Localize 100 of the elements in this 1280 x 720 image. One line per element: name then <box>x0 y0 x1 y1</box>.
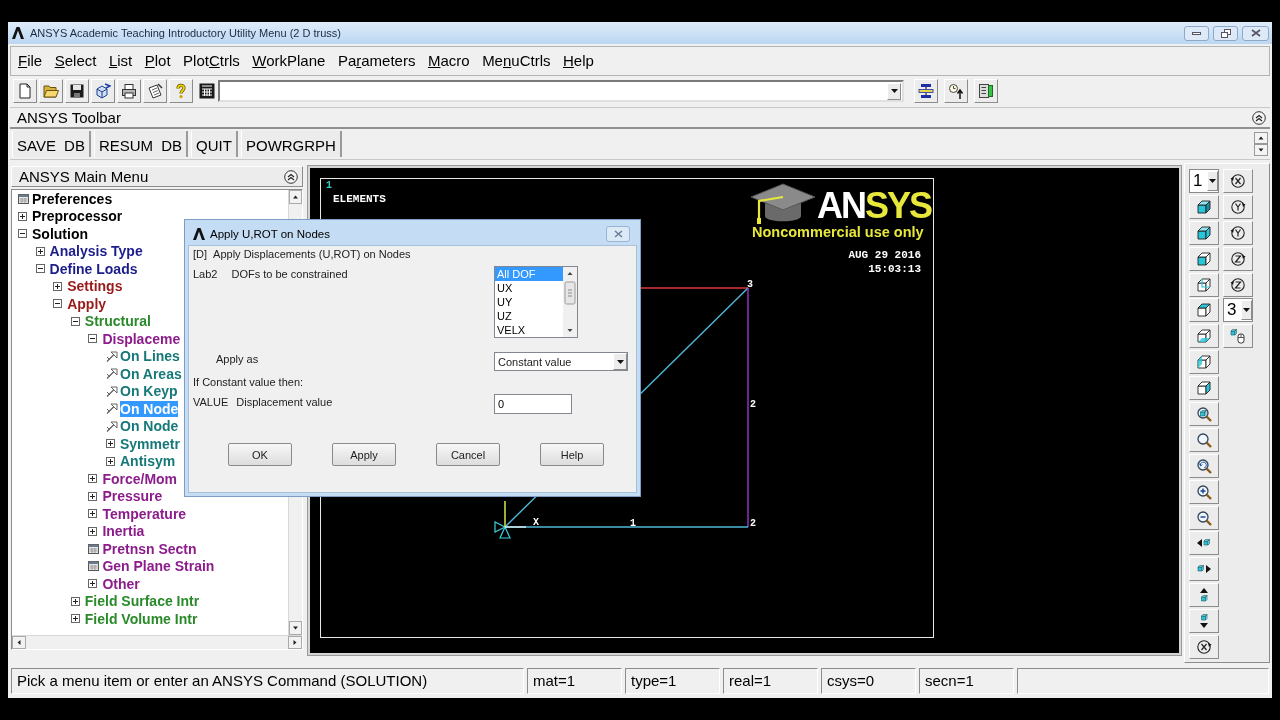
plus-box-icon[interactable] <box>106 456 115 466</box>
dropdown-button[interactable] <box>887 82 901 100</box>
plus-box-icon[interactable] <box>88 526 98 536</box>
list-option[interactable]: VELX <box>495 323 563 337</box>
menu-item[interactable]: WorkPlane <box>246 51 332 71</box>
list-option[interactable]: UY <box>495 295 563 309</box>
toolbar-command-button[interactable]: RESUM DB <box>93 131 189 157</box>
plus-box-icon[interactable] <box>35 246 45 256</box>
menu-item[interactable]: File <box>12 51 49 71</box>
toolbar-button[interactable] <box>1189 609 1219 634</box>
menu-tree-item[interactable]: Analysis Type <box>49 243 143 260</box>
toolbar-button[interactable] <box>1189 583 1219 608</box>
scroll-up-icon[interactable] <box>289 190 302 204</box>
toolbar-button[interactable] <box>117 79 141 103</box>
menu-tree-item[interactable]: On Areas <box>120 365 182 382</box>
list-option[interactable]: UZ <box>495 309 563 323</box>
toolbar-button[interactable] <box>91 79 115 103</box>
toolbar-command-button[interactable]: SAVE DB <box>12 131 91 157</box>
view-select[interactable]: 3 <box>1223 298 1253 323</box>
spinner[interactable] <box>1254 132 1268 156</box>
scrollbar[interactable] <box>12 635 302 649</box>
value-input[interactable]: 0 <box>494 394 572 414</box>
menu-item[interactable]: PlotCtrls <box>177 51 246 71</box>
minus-box-icon[interactable] <box>53 299 63 309</box>
plus-box-icon[interactable] <box>18 211 27 221</box>
menu-tree-item[interactable]: Antisym <box>120 453 176 470</box>
menu-tree-item[interactable]: Other <box>102 575 140 592</box>
dialog-button[interactable]: OK <box>228 443 292 466</box>
toolbar-button[interactable] <box>1189 194 1219 219</box>
scroll-down-icon[interactable] <box>289 621 302 635</box>
toolbar-button[interactable] <box>1189 531 1219 556</box>
plus-box-icon[interactable] <box>70 614 80 624</box>
spin-up-icon[interactable] <box>1254 132 1268 144</box>
dialog-button[interactable]: Apply <box>332 443 396 466</box>
toolbar-button[interactable] <box>944 79 968 103</box>
plus-box-icon[interactable] <box>106 439 115 449</box>
scroll-left-icon[interactable] <box>12 636 26 649</box>
toolbar-button[interactable] <box>1189 557 1219 582</box>
minus-box-icon[interactable] <box>18 229 27 239</box>
toolbar-button[interactable] <box>1223 272 1253 297</box>
menu-tree-item[interactable]: Pressure <box>102 488 163 505</box>
toolbar-button[interactable] <box>1189 453 1219 478</box>
toolbar-button[interactable] <box>1189 402 1219 426</box>
spin-down-icon[interactable] <box>1254 144 1268 156</box>
toolbar-command-button[interactable]: POWRGRPH <box>240 131 342 157</box>
menu-tree-item[interactable]: Structural <box>84 313 151 330</box>
toolbar-button[interactable] <box>1223 220 1253 245</box>
toolbar-button[interactable] <box>1189 505 1219 530</box>
toolbar-button[interactable] <box>65 79 89 103</box>
toolbar-button[interactable] <box>1189 479 1219 504</box>
toolbar-button[interactable] <box>1189 427 1219 452</box>
menu-item[interactable]: Macro <box>421 51 476 71</box>
minus-box-icon[interactable] <box>35 264 45 274</box>
view-select[interactable]: 1 <box>1189 169 1219 193</box>
menu-tree-item[interactable]: Solution <box>32 225 88 242</box>
plus-box-icon[interactable] <box>53 281 63 291</box>
menu-tree-item[interactable]: Define Loads <box>49 260 138 277</box>
dof-list[interactable]: All DOF UX UY UZ VELX <box>494 266 578 338</box>
toolbar-button[interactable] <box>914 79 938 103</box>
menu-tree-item[interactable]: Preferences <box>32 190 113 207</box>
menu-tree-item[interactable]: Field Volume Intr <box>84 610 198 627</box>
dialog-button[interactable]: Cancel <box>436 443 500 466</box>
close-button[interactable] <box>1242 25 1269 41</box>
menu-tree-item[interactable]: Apply <box>67 295 107 312</box>
menu-tree-item[interactable]: Temperature <box>102 505 187 522</box>
menu-item[interactable]: Parameters <box>331 51 422 71</box>
plus-box-icon[interactable] <box>88 474 98 484</box>
menu-tree-item[interactable]: Field Surface Intr <box>84 593 200 610</box>
collapse-icon[interactable] <box>1252 110 1266 125</box>
plus-box-icon[interactable] <box>88 491 98 501</box>
menu-tree-item[interactable]: Preprocessor <box>32 208 123 225</box>
menu-tree-item[interactable]: On Lines <box>120 348 180 365</box>
menu-item[interactable]: Select <box>48 51 103 71</box>
menu-item[interactable]: Plot <box>138 51 177 71</box>
toolbar-button[interactable] <box>1223 169 1253 193</box>
close-button[interactable] <box>606 226 630 242</box>
collapse-icon[interactable] <box>284 169 298 184</box>
menu-tree-item[interactable]: Settings <box>67 278 123 295</box>
menu-tree-item[interactable]: Force/Mom <box>102 470 178 487</box>
menu-tree-item[interactable]: Gen Plane Strain <box>102 558 215 575</box>
toolbar-button[interactable] <box>39 79 63 103</box>
menu-tree-item[interactable]: Displaceme <box>102 330 181 347</box>
scrollbar[interactable] <box>563 267 577 337</box>
menu-tree-item[interactable]: Inertia <box>102 523 145 540</box>
scroll-right-icon[interactable] <box>288 636 302 649</box>
menu-tree-item[interactable]: Pretnsn Sectn <box>102 540 197 557</box>
plus-box-icon[interactable] <box>88 579 98 589</box>
plus-box-icon[interactable] <box>70 596 80 606</box>
menu-tree-item[interactable]: On Keyp <box>120 383 178 400</box>
minus-box-icon[interactable] <box>88 334 98 344</box>
menu-item[interactable]: MenuCtrls <box>476 51 557 71</box>
toolbar-button[interactable] <box>1189 246 1219 271</box>
dialog-button[interactable]: Help <box>540 443 604 466</box>
menu-item[interactable]: List <box>102 51 139 71</box>
toolbar-button[interactable] <box>143 79 167 103</box>
toolbar-button[interactable] <box>1223 246 1253 271</box>
menu-tree-item[interactable]: On Node <box>120 418 179 435</box>
restore-button[interactable] <box>1213 25 1238 41</box>
toolbar-button[interactable] <box>1223 194 1253 219</box>
plus-box-icon[interactable] <box>88 509 98 519</box>
